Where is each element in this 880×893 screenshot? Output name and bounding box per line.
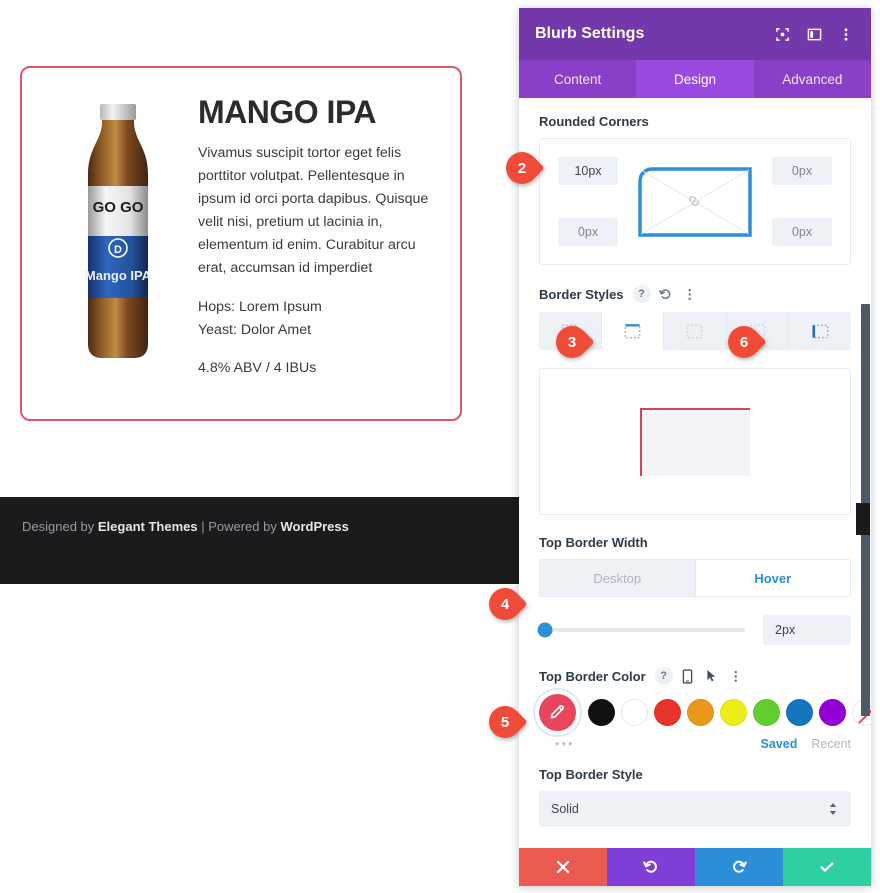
rounded-corners-control: 10px 0px 0px 0px [539, 138, 851, 265]
top-border-style-value: Solid [551, 802, 579, 816]
blurb-hops-line: Hops: Lorem Ipsum [198, 298, 322, 315]
border-preview-box [539, 368, 851, 515]
footer-separator: | Powered by [197, 519, 281, 534]
save-button[interactable] [783, 848, 871, 886]
top-border-width-slider[interactable] [537, 622, 745, 638]
color-swatch-row [539, 694, 871, 731]
swatch-green[interactable] [753, 699, 780, 726]
swatch-white[interactable] [621, 699, 648, 726]
chevron-updown-icon [829, 803, 837, 815]
top-border-color-label: Top Border Color [539, 668, 646, 684]
swatch-blue[interactable] [786, 699, 813, 726]
callout-pin-4: 4 [482, 581, 533, 627]
redo-button[interactable] [695, 848, 783, 886]
corner-bottom-right-input[interactable]: 0px [772, 218, 832, 246]
undo-button[interactable] [607, 848, 695, 886]
blurb-settings-panel: Blurb Settings Content Design Advanced R… [519, 8, 871, 886]
corner-bottom-left-input[interactable]: 0px [558, 218, 618, 246]
swatch-yellow[interactable] [720, 699, 747, 726]
scrollbar-notch [856, 503, 870, 535]
eyedropper-button[interactable] [539, 694, 576, 731]
mobile-device-icon[interactable] [679, 667, 697, 685]
mode-hover-tab[interactable]: Hover [695, 560, 850, 596]
callout-pin-2: 2 [499, 145, 550, 191]
top-border-style-label: Top Border Style [539, 767, 643, 782]
question-mark-icon[interactable]: ? [654, 667, 673, 685]
svg-text:GO GO: GO GO [93, 199, 144, 216]
border-styles-label-row: Border Styles ? [539, 285, 851, 303]
cursor-arrow-icon[interactable] [703, 667, 721, 685]
swatch-red[interactable] [654, 699, 681, 726]
footer-prefix: Designed by [22, 519, 98, 534]
blurb-abv-line: 4.8% ABV / 4 IBUs [198, 359, 317, 376]
more-colors-button[interactable]: ••• [555, 736, 575, 751]
top-border-color-label-row: Top Border Color ? [539, 667, 851, 685]
reset-arrow-icon[interactable] [657, 285, 675, 303]
kebab-menu-icon[interactable] [727, 667, 745, 685]
border-top-button[interactable] [601, 312, 665, 350]
swatch-purple[interactable] [819, 699, 846, 726]
panel-body: Rounded Corners 10px 0px 0px 0px Border … [519, 98, 871, 848]
slider-handle[interactable] [537, 622, 553, 638]
top-border-width-mode-toggle: Desktop Hover [539, 559, 851, 597]
panel-title: Blurb Settings [535, 25, 645, 42]
top-border-width-slider-row: 2px [537, 615, 851, 645]
panel-action-bar [519, 848, 871, 886]
site-footer: Designed by Elegant Themes | Powered by … [0, 497, 519, 584]
top-border-width-label: Top Border Width [539, 535, 648, 550]
layout-columns-icon[interactable] [805, 25, 823, 43]
rounded-corners-label: Rounded Corners [539, 114, 649, 129]
kebab-menu-icon[interactable] [837, 25, 855, 43]
mode-desktop-tab[interactable]: Desktop [540, 560, 696, 596]
callout-pin-3: 3 [549, 319, 600, 365]
corner-preview-diagram [638, 166, 752, 237]
footer-brand-link[interactable]: Elegant Themes [98, 519, 198, 534]
swatch-orange[interactable] [687, 699, 714, 726]
tab-design[interactable]: Design [636, 60, 754, 98]
swatch-black[interactable] [588, 699, 615, 726]
blurb-module[interactable]: GO GO D Mango IPA GO GO Mango IPA MANGO … [20, 66, 462, 421]
svg-text:D: D [114, 244, 122, 256]
border-styles-label: Border Styles [539, 286, 624, 302]
svg-text:Mango IPA: Mango IPA [85, 268, 152, 283]
panel-tabs: Content Design Advanced [519, 60, 871, 98]
top-border-style-select[interactable]: Solid [539, 791, 851, 827]
callout-pin-5: 5 [482, 699, 533, 745]
blurb-title: MANGO IPA [198, 94, 377, 130]
border-left-button[interactable] [789, 312, 851, 350]
blurb-yeast-line: Yeast: Dolor Amet [198, 321, 312, 338]
border-right-button[interactable] [664, 312, 727, 350]
corner-top-right-input[interactable]: 0px [772, 157, 832, 185]
corner-top-left-input[interactable]: 10px [558, 157, 618, 185]
kebab-menu-icon[interactable] [681, 285, 699, 303]
footer-platform-link[interactable]: WordPress [280, 519, 348, 534]
callout-pin-6: 6 [721, 319, 772, 365]
fullscreen-icon[interactable] [773, 25, 791, 43]
tab-content[interactable]: Content [519, 60, 636, 98]
saved-colors-tab[interactable]: Saved [761, 737, 798, 751]
page-preview-area: GO GO D Mango IPA GO GO Mango IPA MANGO … [0, 0, 519, 893]
blurb-description: Vivamus suscipit tortor eget felis portt… [198, 144, 429, 276]
recent-colors-tab[interactable]: Recent [811, 737, 851, 751]
border-preview-shape [640, 407, 750, 476]
top-border-width-value[interactable]: 2px [763, 615, 851, 645]
color-swatch-subrow: ••• Saved Recent [539, 736, 851, 751]
tab-advanced[interactable]: Advanced [754, 60, 871, 98]
question-mark-icon[interactable]: ? [632, 285, 651, 303]
beer-bottle-image: GO GO D Mango IPA [54, 102, 184, 360]
cancel-button[interactable] [519, 848, 607, 886]
panel-header: Blurb Settings [519, 8, 871, 60]
